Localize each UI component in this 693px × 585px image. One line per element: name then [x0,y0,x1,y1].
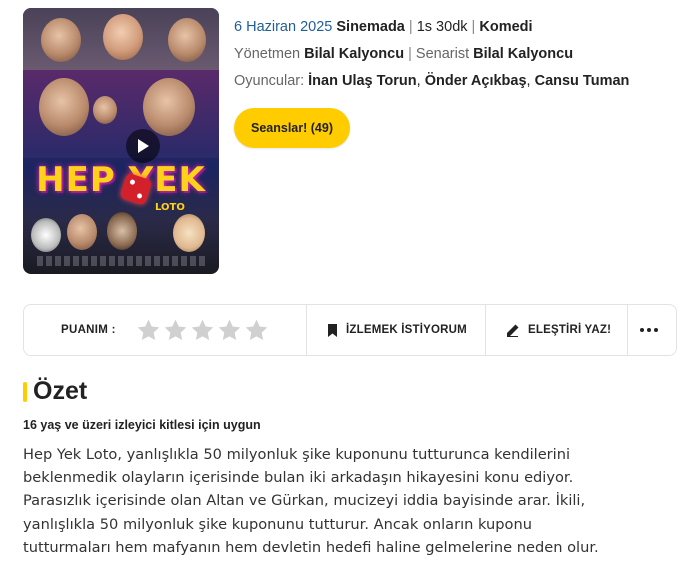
cast-member[interactable]: Önder Açıkbaş [425,73,527,89]
poster-actor-face [173,214,205,252]
poster-actor-face [143,78,195,136]
writer-label: Senarist [415,46,470,62]
dot [640,328,644,332]
summary-line: beklenmedik olayların içerisinde bulan i… [23,469,574,487]
meta-row-crew: Yönetmen Bilal Kalyoncu | Senarist Bilal… [234,41,629,68]
write-review-button[interactable]: ELEŞTİRİ YAZ! [505,305,611,355]
comma: , [526,73,531,89]
heading-accent-bar [23,381,27,402]
separator: | [471,19,476,35]
play-icon[interactable] [126,129,160,163]
meta-row-release: 6 Haziran 2025 Sinemada | 1s 30dk | Kome… [234,14,629,41]
comma: , [416,73,421,89]
dot [647,328,651,332]
summary-text: Hep Yek Loto, yanlışlıkla 50 milyonluk ş… [23,443,673,559]
bookmark-icon [328,323,337,337]
dot [654,328,658,332]
rating-label: PUANIM : [61,324,116,336]
summary-heading: Özet [23,377,87,406]
poster-actor-face [31,218,61,252]
summary-title: Özet [33,377,88,405]
pencil-icon [507,324,519,337]
star-icon[interactable] [136,318,161,343]
cast-label: Oyuncular: [234,73,305,89]
writer-name[interactable]: Bilal Kalyoncu [473,46,573,62]
action-bar: PUANIM : İZLEMEK İSTİYORUM ELEŞTİRİ YAZ! [23,304,677,356]
summary-line: yanlışlıkla 50 milyonluk şike kuponunu t… [23,515,532,533]
cast-member[interactable]: İnan Ulaş Torun [308,73,417,89]
age-rating: 16 yaş ve üzeri izleyici kitlesi için uy… [23,418,261,432]
movie-poster[interactable]: HEP YEK LOTO [23,8,219,274]
summary-line: Hep Yek Loto, yanlışlıkla 50 milyonluk ş… [23,446,571,463]
watchlist-label: İZLEMEK İSTİYORUM [346,324,467,336]
summary-line: tutturmaları hem mafyanın hem devletin h… [23,538,599,556]
star-icon[interactable] [244,318,269,343]
separator: | [408,46,412,62]
duration: 1s 30dk [416,19,468,35]
genre[interactable]: Komedi [479,19,532,35]
poster-credits [37,256,205,266]
poster-actor-face [67,214,97,250]
summary-line: Parasızlık içerisinde olan Altan ve Gürk… [23,492,586,510]
director-label: Yönetmen [234,46,301,62]
poster-actor-face [103,14,143,60]
review-label: ELEŞTİRİ YAZ! [528,324,612,336]
movie-meta: 6 Haziran 2025 Sinemada | 1s 30dk | Kome… [234,14,629,95]
rating-stars[interactable] [136,305,269,355]
divider [485,305,486,355]
poster-actor-face [39,78,89,136]
more-dots-icon[interactable] [640,305,658,355]
poster-actor-face [107,212,137,250]
poster-actor-face [168,18,206,62]
divider [306,305,307,355]
star-icon[interactable] [163,318,188,343]
divider [627,305,628,355]
release-date[interactable]: 6 Haziran 2025 [234,19,332,35]
poster-subtitle: LOTO [155,202,185,213]
cast-member[interactable]: Cansu Tuman [535,73,630,89]
director-name[interactable]: Bilal Kalyoncu [304,46,404,62]
poster-actor-face [41,18,81,62]
poster-actor-face [93,96,117,124]
release-type: Sinemada [336,19,405,35]
star-icon[interactable] [190,318,215,343]
watchlist-button[interactable]: İZLEMEK İSTİYORUM [327,305,467,355]
meta-row-cast: Oyuncular: İnan Ulaş Torun, Önder Açıkba… [234,68,629,95]
star-icon[interactable] [217,318,242,343]
separator: | [408,19,413,35]
showtimes-button[interactable]: Seanslar! (49) [234,108,350,148]
